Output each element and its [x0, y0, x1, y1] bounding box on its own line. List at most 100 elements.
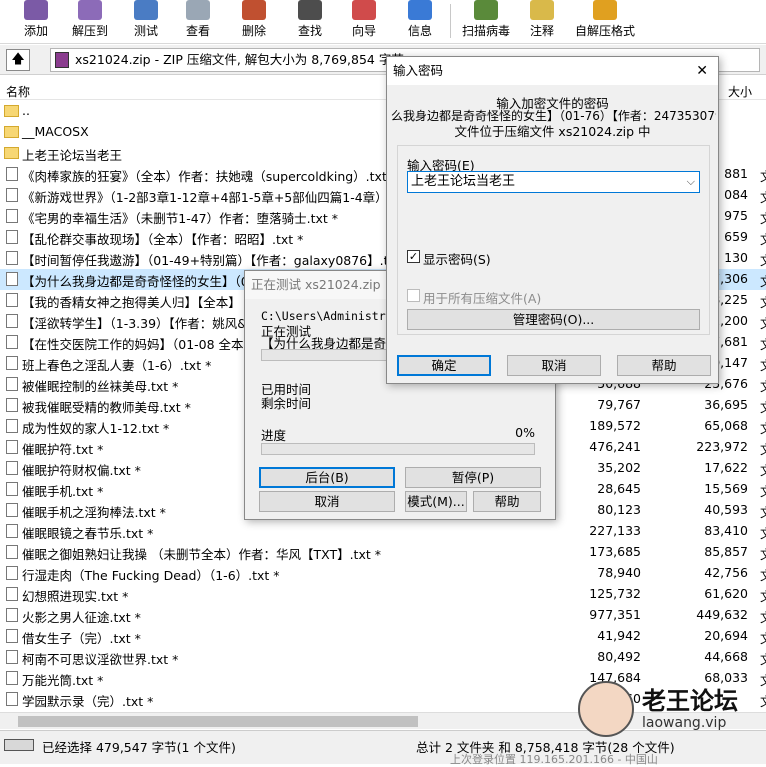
file-size: 189,572 [589, 418, 641, 433]
text-file-icon [6, 671, 18, 685]
add-button[interactable]: 添加 [14, 0, 58, 42]
extract-button[interactable]: 解压到 [64, 0, 116, 42]
file-row[interactable]: 催眠之御姐熟妇让我操 （未删节全本）作者：华风【TXT】.txt * 173,68… [0, 542, 766, 563]
sfx-button[interactable]: 自解压格式 [572, 0, 638, 42]
text-file-icon [6, 608, 18, 622]
file-name: 被催眠控制的丝袜美母.txt * [22, 379, 179, 394]
watermark: 老王论坛 laowang.vip [572, 675, 762, 741]
folder-icon [4, 147, 19, 159]
file-size: 227,133 [589, 523, 641, 538]
size-column-header[interactable]: 大小 [728, 83, 752, 100]
file-size: 80,492 [597, 649, 641, 664]
up-folder-button[interactable]: 🡅 [6, 49, 30, 71]
file-row[interactable]: 火影之男人征途.txt * 977,351 449,632 文 [0, 605, 766, 626]
file-name: 借女生子（完）.txt * [22, 631, 141, 646]
file-packed-size: 975 [724, 208, 748, 223]
file-type: 文 [760, 271, 766, 290]
file-size: 41,942 [597, 628, 641, 643]
cancel-test-button[interactable]: 取消 [259, 491, 395, 512]
file-name: 学园默示录（完）.txt * [22, 694, 154, 709]
file-packed-size: 42,756 [704, 565, 748, 580]
view-button[interactable]: 查看 [176, 0, 220, 42]
file-row[interactable]: 柯南不可思议淫欲世界.txt * 80,492 44,668 文 [0, 647, 766, 668]
password-value: 上老王论坛当老王 [411, 174, 516, 189]
file-packed-size: 40,593 [704, 502, 748, 517]
add-icon [24, 0, 48, 20]
comment-icon [530, 0, 554, 20]
file-name: 催眠手机之淫狗棒法.txt * [22, 505, 166, 520]
chevron-down-icon[interactable]: ⌵ [687, 172, 695, 192]
file-name: 火影之男人征途.txt * [22, 610, 141, 625]
file-size: 476,241 [589, 439, 641, 454]
file-row[interactable]: 催眠眼镜之春节乐.txt * 227,133 83,410 文 [0, 521, 766, 542]
text-file-icon [6, 545, 18, 559]
status-selected: 已经选择 479,547 字节(1 个文件) [42, 740, 236, 755]
toolbar: 添加 解压到 测试 查看 删除 查找 向导 信息 扫描病毒 注释 自解压格式 [0, 0, 766, 44]
text-file-icon [6, 482, 18, 496]
name-column-header[interactable]: 名称 [6, 83, 30, 100]
file-size: 173,685 [589, 544, 641, 559]
background-button[interactable]: 后台(B) [259, 467, 395, 488]
find-button[interactable]: 查找 [288, 0, 332, 42]
file-packed-size: 223,972 [696, 439, 748, 454]
file-packed-size: 881 [724, 166, 748, 181]
progress-label: 进度 [261, 428, 287, 443]
password-input[interactable]: 上老王论坛当老王 ⌵ [407, 171, 700, 193]
file-name: 【淫欲转学生】（1-3.39）【作者：姚风& [22, 316, 248, 331]
wizard-button[interactable]: 向导 [342, 0, 386, 42]
watermark-title: 老王论坛 [642, 687, 738, 715]
file-name: 【时间暂停任我遨游】（01-49+特别篇）【作者：galaxy0876】.txt [22, 253, 401, 268]
text-file-icon [6, 272, 18, 286]
ok-button[interactable]: 确定 [397, 355, 491, 376]
file-row[interactable]: 幻想照进现实.txt * 125,732 61,620 文 [0, 584, 766, 605]
file-packed-size: 084 [724, 187, 748, 202]
folder-icon [4, 126, 19, 138]
file-name: 【乱伦群交事故现场】（全本）【作者：昭昭】.txt * [22, 232, 304, 247]
file-packed-size: 15,569 [704, 481, 748, 496]
text-file-icon [6, 692, 18, 706]
manage-passwords-button[interactable]: 管理密码(O)... [407, 309, 700, 330]
use-all-archives-checkbox[interactable] [407, 289, 420, 302]
test-button[interactable]: 测试 [124, 0, 168, 42]
scan-virus-button[interactable]: 扫描病毒 [458, 0, 514, 42]
show-password-checkbox[interactable]: ✓ [407, 250, 420, 263]
text-file-icon [6, 251, 18, 265]
text-file-icon [6, 398, 18, 412]
file-type: 文 [760, 187, 766, 206]
text-file-icon [6, 629, 18, 643]
text-file-icon [6, 566, 18, 580]
text-file-icon [6, 524, 18, 538]
file-type: 文 [760, 481, 766, 500]
scrollbar-thumb[interactable] [18, 716, 418, 727]
comment-button[interactable]: 注释 [520, 0, 564, 42]
file-size: 977,351 [589, 607, 641, 622]
delete-button[interactable]: 删除 [232, 0, 276, 42]
pause-button[interactable]: 暂停(P) [405, 467, 541, 488]
file-name: 催眠护符.txt * [22, 442, 104, 457]
file-name: 《肉棒家族的狂宴》（全本）作者：扶她魂（supercoldking）.txt * [22, 169, 398, 184]
view-icon [186, 0, 210, 20]
file-name: 《宅男的幸福生活》（未删节1-47）作者：堕落骑士.txt * [22, 211, 339, 226]
mode-button[interactable]: 模式(M)... [405, 491, 467, 512]
file-packed-size: 85,857 [704, 544, 748, 559]
text-file-icon [6, 503, 18, 517]
help-test-button[interactable]: 帮助 [473, 491, 541, 512]
file-type: 文 [760, 544, 766, 563]
file-packed-size: 130 [724, 250, 748, 265]
watermark-url: laowang.vip [642, 715, 727, 731]
file-name: 被我催眠受精的教师美母.txt * [22, 400, 191, 415]
file-name: 万能光筒.txt * [22, 673, 104, 688]
file-row[interactable]: 借女生子（完）.txt * 41,942 20,694 文 [0, 626, 766, 647]
password-prompt-line3: 文件位于压缩文件 xs21024.zip 中 [454, 124, 651, 139]
sfx-icon [593, 0, 617, 20]
use-all-archives-label: 用于所有压缩文件(A) [423, 291, 542, 306]
help-button[interactable]: 帮助 [617, 355, 711, 376]
file-name: 催眠手机.txt * [22, 484, 104, 499]
cancel-button[interactable]: 取消 [507, 355, 601, 376]
info-button[interactable]: 信息 [398, 0, 442, 42]
file-row[interactable]: 行湿走肉（The Fucking Dead）（1-6）.txt * 78,940 4… [0, 563, 766, 584]
file-type: 文 [760, 208, 766, 227]
close-icon[interactable]: ✕ [696, 63, 708, 79]
file-size: 28,645 [597, 481, 641, 496]
file-type: 文 [760, 397, 766, 416]
